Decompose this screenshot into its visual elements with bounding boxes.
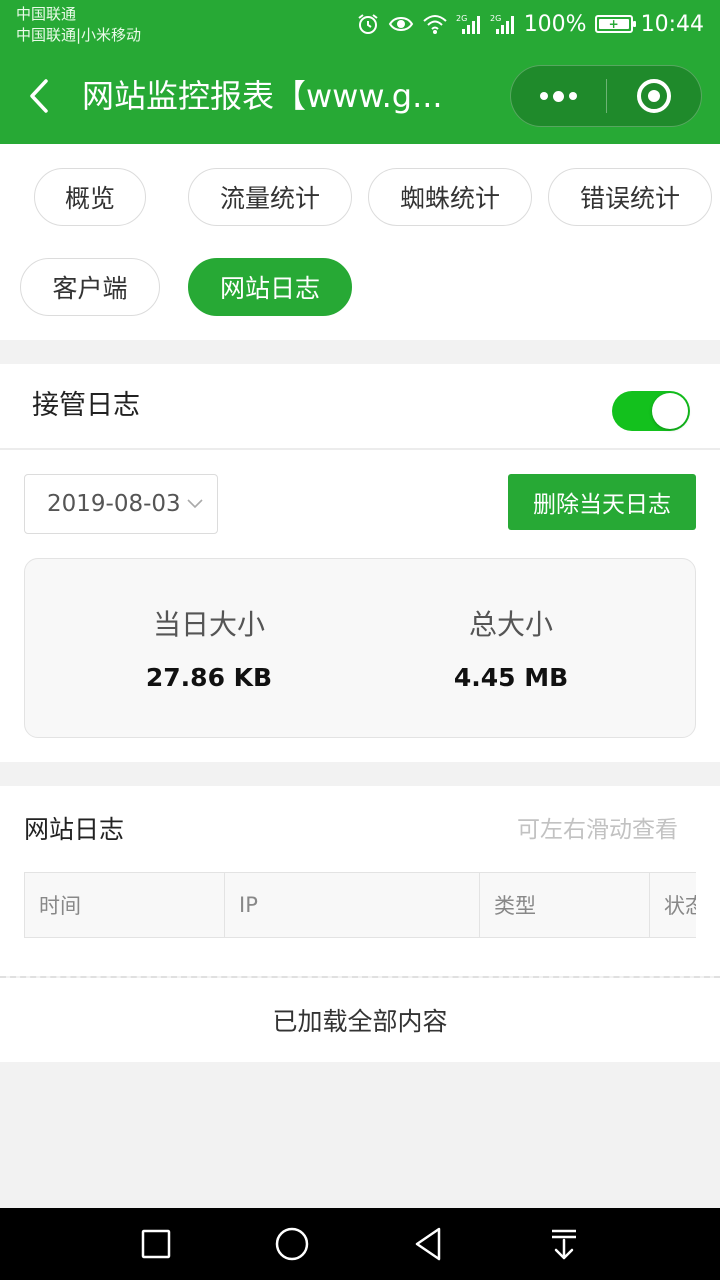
circle-icon [275, 1227, 309, 1261]
day-size-label: 当日大小 [152, 608, 265, 641]
home-button[interactable] [274, 1226, 310, 1262]
battery-percent: 100% [523, 11, 587, 37]
date-value: 2019-08-03 [47, 491, 181, 517]
network-label-2: 2G [490, 14, 501, 23]
carrier-2: 中国联通|小米移动 [16, 26, 142, 44]
clock: 10:44 [640, 11, 704, 37]
all-loaded-text: 已加载全部内容 [0, 978, 720, 1062]
pull-down-icon [552, 1229, 576, 1260]
notification-pull-button[interactable] [546, 1226, 582, 1262]
carrier-info: 中国联通 中国联通|小米移动 [16, 4, 141, 46]
carrier-1: 中国联通 [16, 5, 77, 23]
day-size-stat: 当日大小 27.86 KB [41, 559, 377, 739]
site-log-title: 网站日志 [24, 815, 125, 844]
back-nav-button[interactable] [410, 1226, 446, 1262]
page-title: 网站监控报表【www.g... [82, 77, 443, 115]
tab-site-log[interactable]: 网站日志 [188, 258, 352, 316]
network-label-1: 2G [456, 14, 467, 23]
eye-icon [388, 13, 414, 35]
scroll-hint: 可左右滑动查看 [517, 817, 678, 843]
tab-traffic-stats[interactable]: 流量统计 [188, 168, 352, 226]
delete-today-log-button[interactable]: 删除当天日志 [508, 474, 696, 530]
log-size-card: 当日大小 27.86 KB 总大小 4.45 MB [24, 558, 696, 738]
triangle-back-icon [415, 1227, 441, 1261]
toggle-knob [652, 393, 688, 429]
total-size-stat: 总大小 4.45 MB [343, 559, 679, 739]
day-size-value: 27.86 KB [145, 663, 273, 692]
chevron-down-icon [187, 499, 203, 509]
battery-icon: + [594, 15, 636, 33]
takeover-log-label: 接管日志 [32, 390, 140, 421]
wifi-icon [422, 13, 448, 35]
dot [569, 92, 577, 100]
total-size-label: 总大小 [468, 608, 553, 641]
recent-apps-button[interactable] [138, 1226, 174, 1262]
alarm-icon [356, 12, 380, 36]
column-header-type: 类型 [480, 873, 650, 937]
square-icon [141, 1229, 171, 1259]
signal-icon-1: 2G [456, 13, 482, 35]
signal-icon-2: 2G [490, 13, 516, 35]
back-button[interactable] [24, 76, 54, 116]
close-mini-program-button[interactable] [607, 65, 701, 127]
column-header-status: 状态 [650, 873, 696, 937]
dot [553, 90, 564, 102]
takeover-log-toggle[interactable] [612, 391, 690, 431]
tab-client[interactable]: 客户端 [20, 258, 160, 316]
column-header-ip: IP [225, 873, 480, 937]
dot [540, 92, 548, 100]
tab-overview[interactable]: 概览 [34, 168, 146, 226]
more-button[interactable] [511, 65, 606, 127]
column-header-time: 时间 [25, 873, 225, 937]
tab-spider-stats[interactable]: 蜘蛛统计 [368, 168, 532, 226]
site-log-table[interactable]: 时间 IP 类型 状态 [24, 872, 696, 938]
date-picker[interactable]: 2019-08-03 [24, 474, 218, 534]
status-icons: 2G 2G 100% + 10:44 [356, 8, 704, 40]
system-nav-bar [0, 1208, 720, 1280]
target-circle-icon [637, 79, 671, 113]
total-size-value: 4.45 MB [453, 663, 569, 692]
mini-program-capsule [510, 65, 702, 127]
back-arrow-icon [30, 79, 48, 113]
tab-error-stats[interactable]: 错误统计 [548, 168, 712, 226]
title-bar: 中国联通 中国联通|小米移动 2G 2G 100% + 10:44 网站监控报表… [0, 0, 720, 144]
